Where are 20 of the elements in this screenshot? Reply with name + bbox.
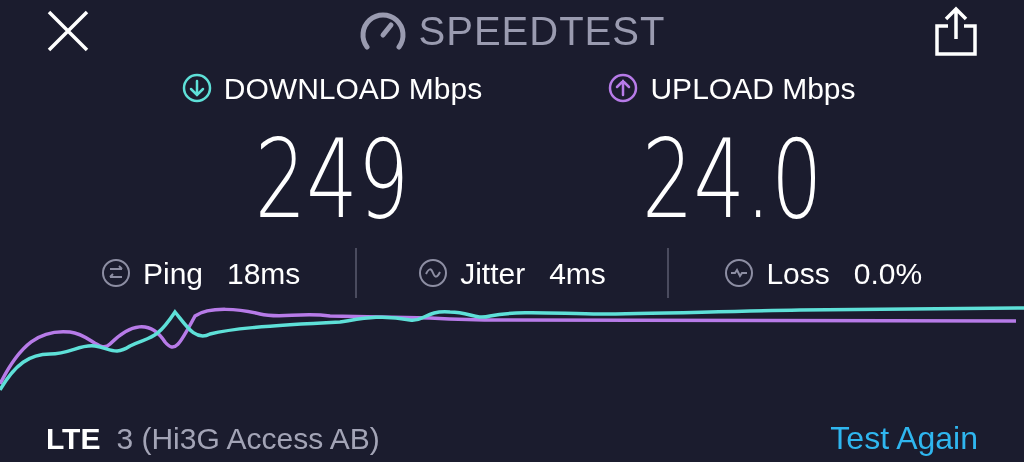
close-icon[interactable] bbox=[46, 9, 90, 53]
carrier-name: 3 (Hi3G Access AB) bbox=[116, 420, 380, 457]
metric-label: Ping bbox=[142, 255, 203, 292]
result-value: 249 bbox=[254, 126, 410, 234]
metric-value: 0.0% bbox=[853, 255, 923, 292]
jitter-icon bbox=[418, 258, 449, 288]
speedometer-icon bbox=[358, 11, 407, 51]
ping-icon bbox=[100, 258, 131, 288]
result-label: DOWNLOAD Mbps bbox=[223, 70, 483, 107]
app-title: SPEEDTEST bbox=[418, 8, 666, 55]
loss-icon bbox=[724, 258, 755, 288]
metric-value: 18ms bbox=[227, 255, 301, 292]
metric-label: Loss bbox=[766, 255, 830, 292]
result-value: 24.0 bbox=[641, 126, 823, 234]
metric-label: Jitter bbox=[460, 255, 526, 292]
test-again-button[interactable]: Test Again bbox=[830, 414, 978, 462]
metric-value: 4ms bbox=[549, 255, 606, 292]
network-type: LTE bbox=[46, 420, 101, 457]
share-icon[interactable] bbox=[934, 6, 978, 56]
result-label: UPLOAD Mbps bbox=[650, 70, 856, 107]
